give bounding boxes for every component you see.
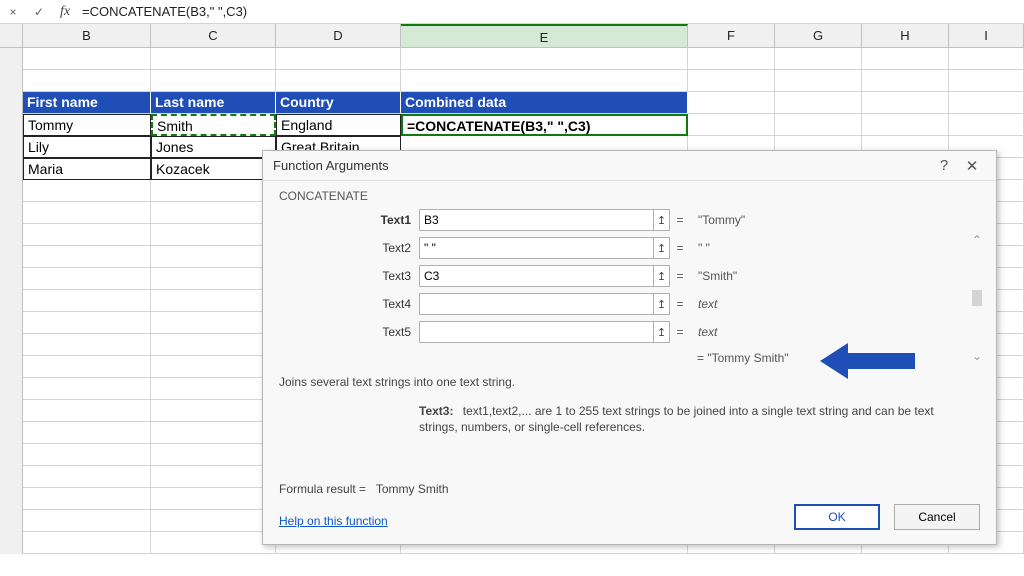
- cell[interactable]: [775, 48, 862, 70]
- cell[interactable]: [151, 48, 276, 70]
- arg-preview-text3: "Smith": [698, 269, 948, 283]
- argument-hint: Text3: text1,text2,... are 1 to 255 text…: [419, 403, 939, 435]
- arg-label-text3: Text3: [279, 269, 419, 283]
- formula-result: Formula result = Tommy Smith: [279, 482, 449, 496]
- range-select-icon[interactable]: ↥: [654, 293, 670, 315]
- cell[interactable]: [862, 92, 949, 114]
- col-header-G[interactable]: G: [775, 24, 862, 47]
- arg-preview-text4: text: [698, 297, 948, 311]
- cell[interactable]: [775, 114, 862, 136]
- hint-label: Text3:: [419, 404, 453, 418]
- cell[interactable]: [688, 114, 775, 136]
- function-description: Joins several text strings into one text…: [279, 375, 980, 389]
- col-header-H[interactable]: H: [862, 24, 949, 47]
- function-name-label: CONCATENATE: [279, 189, 980, 203]
- cell[interactable]: [949, 48, 1024, 70]
- cell[interactable]: [276, 70, 401, 92]
- range-select-icon[interactable]: ↥: [654, 265, 670, 287]
- table-header-country[interactable]: Country: [276, 92, 401, 114]
- cell[interactable]: [862, 70, 949, 92]
- arg-input-text4[interactable]: [419, 293, 654, 315]
- close-icon[interactable]: ✕: [958, 157, 986, 175]
- table-header-combined[interactable]: Combined data: [401, 92, 688, 114]
- arg-label-text5: Text5: [279, 325, 419, 339]
- argument-grid: Text1 ↥ = "Tommy" Text2 ↥ = " " Text3 ↥ …: [279, 209, 980, 343]
- arg-label-text2: Text2: [279, 241, 419, 255]
- range-select-icon[interactable]: ↥: [654, 237, 670, 259]
- cell[interactable]: [23, 48, 151, 70]
- cell-B4[interactable]: Lily: [23, 136, 151, 158]
- arg-label-text1: Text1: [279, 213, 419, 227]
- table-header-firstname[interactable]: First name: [23, 92, 151, 114]
- cell[interactable]: [401, 48, 688, 70]
- dialog-titlebar[interactable]: Function Arguments ? ✕: [263, 151, 996, 181]
- col-header-C[interactable]: C: [151, 24, 276, 47]
- column-header-strip: B C D E F G H I: [0, 24, 1024, 48]
- insert-function-icon[interactable]: fx: [56, 3, 74, 21]
- cell-E3[interactable]: =CONCATENATE(B3," ",C3): [401, 114, 688, 136]
- cell[interactable]: [949, 92, 1024, 114]
- cell-B3[interactable]: Tommy: [23, 114, 151, 136]
- formula-input[interactable]: =CONCATENATE(B3," ",C3): [82, 4, 247, 19]
- col-header-F[interactable]: F: [688, 24, 775, 47]
- cell[interactable]: [151, 70, 276, 92]
- cell-C4[interactable]: Jones: [151, 136, 276, 158]
- cell-C5[interactable]: Kozacek: [151, 158, 276, 180]
- argument-scrollbar[interactable]: ⌃ ⌄: [968, 233, 986, 363]
- ok-button[interactable]: OK: [794, 504, 880, 530]
- help-icon[interactable]: ?: [930, 157, 958, 174]
- cell[interactable]: [775, 92, 862, 114]
- cell[interactable]: [23, 70, 151, 92]
- hint-text: text1,text2,... are 1 to 255 text string…: [419, 404, 934, 434]
- help-on-function-link[interactable]: Help on this function: [279, 514, 388, 528]
- cell[interactable]: [862, 114, 949, 136]
- equals-label: =: [670, 213, 690, 227]
- col-header-I[interactable]: I: [949, 24, 1024, 47]
- cell[interactable]: [688, 92, 775, 114]
- col-header-E[interactable]: E: [401, 24, 688, 47]
- range-select-icon[interactable]: ↥: [654, 209, 670, 231]
- cell-C3[interactable]: Smith: [151, 114, 276, 136]
- col-header-B[interactable]: B: [23, 24, 151, 47]
- arg-input-text3[interactable]: [419, 265, 654, 287]
- arg-preview-text1: "Tommy": [698, 213, 948, 227]
- cell[interactable]: [688, 70, 775, 92]
- arg-input-text5[interactable]: [419, 321, 654, 343]
- table-header-lastname[interactable]: Last name: [151, 92, 276, 114]
- cell[interactable]: [949, 70, 1024, 92]
- dialog-title: Function Arguments: [273, 158, 930, 173]
- arg-input-text2[interactable]: [419, 237, 654, 259]
- arg-label-text4: Text4: [279, 297, 419, 311]
- table-row: Tommy Smith England =CONCATENATE(B3," ",…: [0, 114, 1024, 136]
- col-header-D[interactable]: D: [276, 24, 401, 47]
- formula-cancel-icon[interactable]: ×: [4, 3, 22, 21]
- scroll-thumb[interactable]: [972, 290, 982, 306]
- dialog-button-row: OK Cancel: [794, 504, 980, 530]
- cell[interactable]: [276, 48, 401, 70]
- cell[interactable]: [401, 70, 688, 92]
- formula-bar: × ✓ fx =CONCATENATE(B3," ",C3): [0, 0, 1024, 24]
- select-all-corner[interactable]: [0, 24, 23, 47]
- cell[interactable]: [775, 70, 862, 92]
- cell[interactable]: [688, 48, 775, 70]
- cell-B5[interactable]: Maria: [23, 158, 151, 180]
- scroll-up-icon[interactable]: ⌃: [972, 233, 982, 247]
- cancel-button[interactable]: Cancel: [894, 504, 980, 530]
- cell[interactable]: [862, 48, 949, 70]
- arg-preview-text5: text: [698, 325, 948, 339]
- cell-D3[interactable]: England: [276, 114, 401, 136]
- arg-preview-text2: " ": [698, 241, 948, 255]
- function-arguments-dialog: Function Arguments ? ✕ CONCATENATE Text1…: [262, 150, 997, 545]
- cell[interactable]: [949, 114, 1024, 136]
- arg-input-text1[interactable]: [419, 209, 654, 231]
- range-select-icon[interactable]: ↥: [654, 321, 670, 343]
- result-preview: = "Tommy Smith": [697, 351, 980, 365]
- formula-enter-icon[interactable]: ✓: [30, 3, 48, 21]
